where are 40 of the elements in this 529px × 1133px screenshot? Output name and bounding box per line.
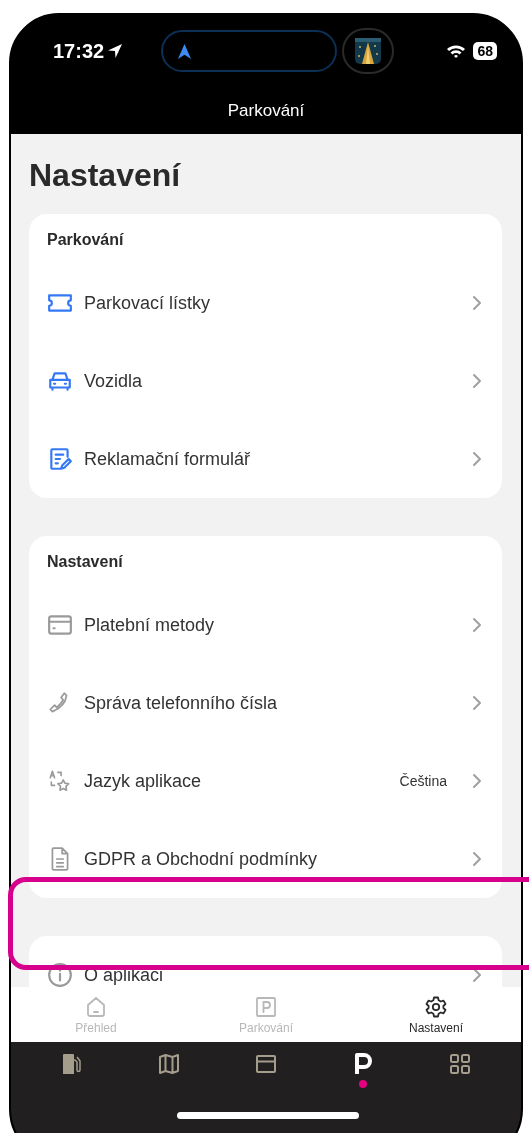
- chevron-right-icon: [472, 617, 482, 633]
- settings-row[interactable]: Správa telefonního čísla: [47, 664, 482, 742]
- chevron-right-icon: [472, 695, 482, 711]
- battery-indicator: 68: [473, 42, 497, 60]
- section-title: Nastavení: [47, 552, 124, 572]
- page-heading: Nastavení: [29, 156, 182, 195]
- row-label: Správa telefonního čísla: [84, 692, 279, 714]
- row-label: GDPR a Obchodní podmínky: [84, 848, 319, 870]
- settings-icon: [424, 994, 448, 1019]
- active-dot: [359, 1080, 368, 1088]
- row-label: Parkovací lístky: [84, 292, 212, 314]
- navigation-arrow-icon: [177, 42, 192, 60]
- row-value: Čeština: [399, 773, 447, 789]
- wifi-icon: [446, 43, 467, 59]
- settings-row[interactable]: Jazyk aplikace Čeština: [47, 742, 482, 820]
- tab-bar-item[interactable]: Nastavení: [351, 987, 521, 1042]
- map-icon: [156, 1052, 181, 1076]
- screen-title: Parkování: [227, 100, 305, 121]
- row-label: Vozidla: [84, 370, 144, 392]
- settings-row[interactable]: Vozidla: [47, 342, 482, 420]
- section-title: Parkování: [47, 230, 125, 250]
- settings-row[interactable]: Parkovací lístky: [47, 264, 482, 342]
- row-label: Reklamační formulář: [84, 448, 252, 470]
- home-icon: [84, 994, 108, 1019]
- row-label: Platební metody: [84, 614, 216, 636]
- status-time: 17:32: [53, 39, 105, 63]
- chevron-right-icon: [472, 967, 482, 983]
- chevron-right-icon: [472, 451, 482, 467]
- chevron-right-icon: [472, 851, 482, 867]
- parking-icon: [254, 994, 278, 1019]
- row-label: Jazyk aplikace: [84, 770, 203, 792]
- card-icon: [254, 1052, 278, 1076]
- chevron-right-icon: [472, 773, 482, 789]
- settings-row[interactable]: Reklamační formulář: [47, 420, 482, 498]
- settings-row[interactable]: Platební metody: [47, 586, 482, 664]
- grid-icon: [448, 1052, 473, 1076]
- settings-row[interactable]: GDPR a Obchodní podmínky: [47, 820, 482, 898]
- location-arrow-icon: [107, 43, 124, 59]
- chevron-right-icon: [472, 295, 482, 311]
- chevron-right-icon: [472, 373, 482, 389]
